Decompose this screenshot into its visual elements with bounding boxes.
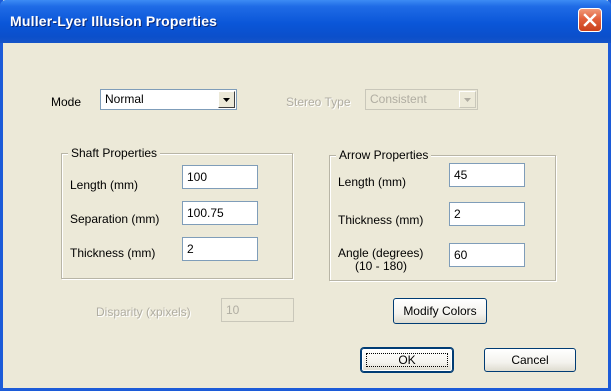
arrow-angle-input[interactable]: 60 bbox=[449, 243, 525, 267]
title-bar[interactable]: Muller-Lyer Illusion Properties bbox=[0, 0, 611, 43]
mode-dropdown-button[interactable] bbox=[218, 91, 235, 108]
arrow-thickness-label: Thickness (mm) bbox=[338, 213, 424, 227]
mode-label: Mode bbox=[51, 95, 82, 109]
stereo-type-select[interactable]: Consistent bbox=[365, 89, 478, 110]
close-icon bbox=[583, 13, 597, 27]
mode-select[interactable]: Normal bbox=[100, 89, 237, 110]
chevron-down-icon bbox=[223, 98, 230, 102]
shaft-thickness-input[interactable]: 2 bbox=[182, 237, 258, 261]
mode-select-value: Normal bbox=[105, 92, 144, 106]
stereo-type-value: Consistent bbox=[370, 92, 427, 106]
shaft-separation-label: Separation (mm) bbox=[70, 212, 160, 226]
shaft-length-label: Length (mm) bbox=[70, 178, 139, 192]
modify-colors-button[interactable]: Modify Colors bbox=[393, 298, 487, 324]
shaft-properties-title: Shaft Properties bbox=[68, 146, 161, 160]
stereo-dropdown-button[interactable] bbox=[459, 91, 476, 108]
dialog-window: Muller-Lyer Illusion Properties Mode Nor… bbox=[0, 0, 611, 391]
shaft-separation-input[interactable]: 100.75 bbox=[182, 201, 258, 225]
ok-button[interactable]: OK bbox=[361, 348, 453, 372]
arrow-thickness-input[interactable]: 2 bbox=[449, 202, 525, 226]
chevron-down-icon bbox=[464, 98, 471, 102]
disparity-input[interactable]: 10 bbox=[221, 298, 294, 322]
stereo-type-label: Stereo Type bbox=[286, 95, 351, 109]
arrow-length-input[interactable]: 45 bbox=[449, 163, 525, 187]
arrow-properties-title: Arrow Properties bbox=[336, 148, 432, 162]
window-title: Muller-Lyer Illusion Properties bbox=[10, 13, 218, 29]
arrow-angle-label: Angle (degrees) bbox=[338, 246, 424, 260]
ok-focus-rect bbox=[366, 353, 448, 367]
shaft-length-input[interactable]: 100 bbox=[182, 165, 258, 189]
arrow-angle-range-label: (10 - 180) bbox=[355, 259, 408, 273]
close-button[interactable] bbox=[578, 8, 602, 32]
cancel-button[interactable]: Cancel bbox=[484, 348, 576, 372]
disparity-label: Disparity (xpixels) bbox=[96, 305, 191, 319]
arrow-length-label: Length (mm) bbox=[338, 175, 407, 189]
shaft-thickness-label: Thickness (mm) bbox=[70, 246, 156, 260]
